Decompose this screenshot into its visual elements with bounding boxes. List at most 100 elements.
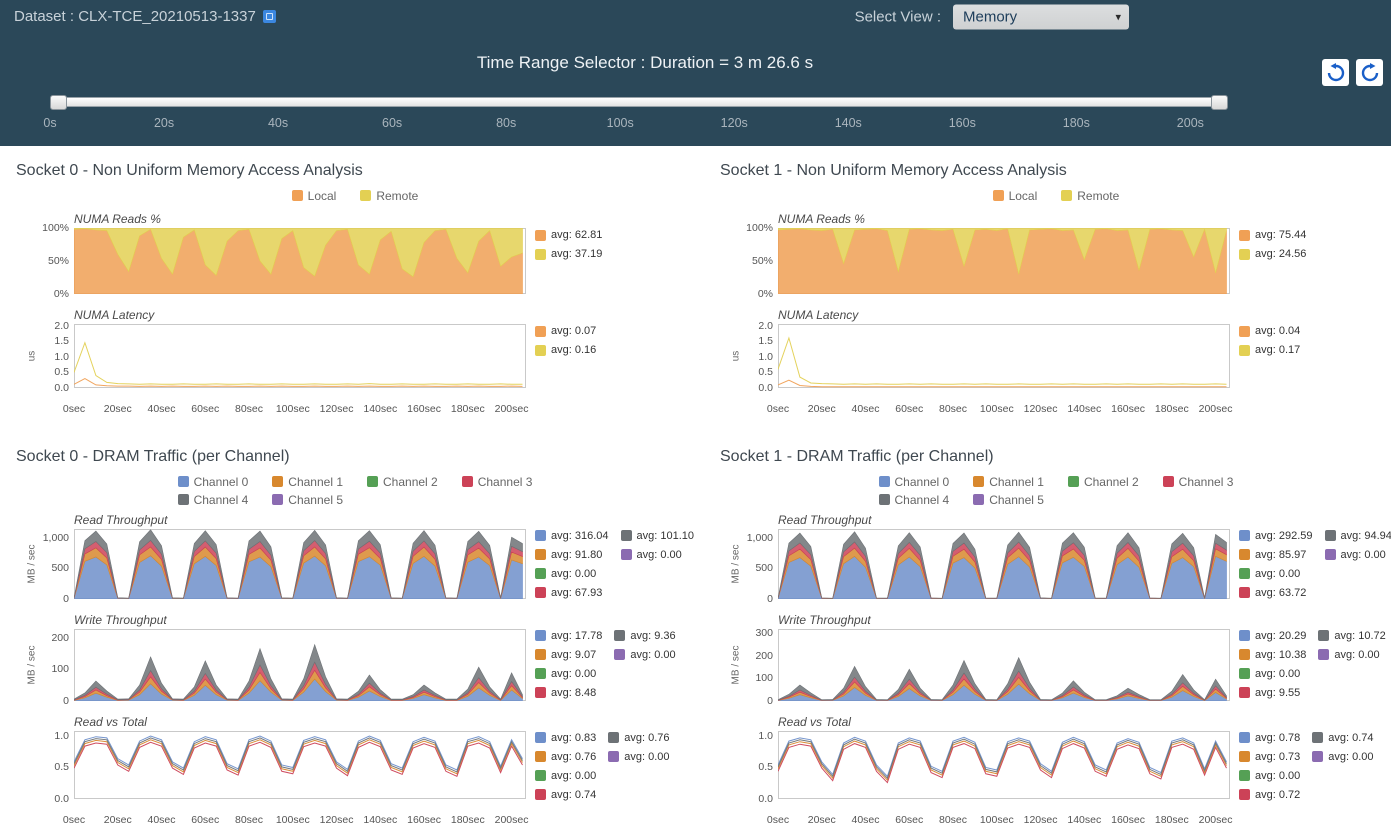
- slider-handle-right[interactable]: [1211, 95, 1228, 110]
- charts-grid: Socket 0 - Non Uniform Memory Access Ana…: [0, 146, 1391, 829]
- slider-tick-label: 0s: [43, 116, 56, 130]
- avg-swatch: [1239, 230, 1250, 241]
- avg-legend: avg: 75.44avg: 24.56: [1239, 228, 1306, 260]
- avg-chip: avg: 63.72: [1239, 587, 1313, 599]
- legend-swatch: [360, 190, 371, 201]
- avg-swatch: [1312, 732, 1323, 743]
- avg-value: avg: 10.38: [1255, 649, 1306, 661]
- avg-chip: avg: 9.36: [614, 630, 675, 642]
- y-tick-label: 0.0: [54, 382, 69, 394]
- y-axis-unit: MB / sec: [27, 645, 38, 684]
- zoom-undo-button[interactable]: [1322, 59, 1349, 86]
- chart-canvas: [778, 731, 1230, 799]
- x-tick-label: 160sec: [407, 814, 441, 826]
- legend-label: Local: [308, 189, 337, 203]
- legend-label: Channel 4: [895, 493, 950, 507]
- x-tick-label: 120sec: [320, 403, 354, 415]
- chart-canvas: [74, 529, 526, 599]
- y-tick-label: 0: [63, 593, 69, 605]
- y-axis: MB / sec0100200300: [720, 629, 778, 701]
- x-tick-label: 140sec: [1067, 814, 1101, 826]
- legend-swatch: [272, 476, 283, 487]
- undo-arrow-icon: [1326, 63, 1346, 83]
- avg-value: avg: 0.16: [551, 344, 596, 356]
- legend-swatch: [178, 476, 189, 487]
- avg-value: avg: 0.76: [551, 751, 596, 763]
- panel-charts: Read ThroughputMB / sec05001,000avg: 316…: [16, 513, 694, 804]
- legend: Channel 0Channel 1Channel 2Channel 3Chan…: [178, 475, 533, 507]
- plot-area: [778, 529, 1230, 604]
- avg-chip: avg: 0.74: [1312, 732, 1373, 744]
- avg-chip: avg: 0.00: [1239, 668, 1306, 680]
- y-tick-label: 2.0: [54, 320, 69, 332]
- avg-chip: avg: 91.80: [535, 549, 609, 561]
- panel-charts: Read ThroughputMB / sec05001,000avg: 292…: [720, 513, 1391, 804]
- avg-swatch: [535, 789, 546, 800]
- avg-legend: avg: 292.59avg: 85.97avg: 0.00avg: 63.72…: [1239, 529, 1391, 599]
- x-tick-label: 80sec: [235, 403, 263, 415]
- x-tick-label: 140sec: [1067, 403, 1101, 415]
- time-range-slider[interactable]: [50, 97, 1228, 107]
- x-tick-label: 200sec: [495, 403, 529, 415]
- legend-item: Channel 1: [973, 475, 1044, 489]
- avg-swatch: [535, 530, 546, 541]
- chart-row: us0.00.51.01.52.0avg: 0.07avg: 0.16: [16, 324, 694, 393]
- avg-value: avg: 292.59: [1255, 530, 1313, 542]
- legend-row: LocalRemote: [993, 189, 1120, 203]
- legend-label: Channel 3: [478, 475, 533, 489]
- x-tick-label: 20sec: [104, 814, 132, 826]
- panel-charts: NUMA Reads %0%50%100%avg: 62.81avg: 37.1…: [16, 212, 694, 393]
- slider-handle-left[interactable]: [50, 95, 67, 110]
- y-tick-label: 1.5: [758, 335, 773, 347]
- slider-tick-label: 200s: [1177, 116, 1204, 130]
- avg-swatch: [1239, 732, 1250, 743]
- avg-value: avg: 63.72: [1255, 587, 1306, 599]
- legend-label: Channel 0: [895, 475, 950, 489]
- plot-area: [74, 529, 526, 604]
- legend-label: Local: [1009, 189, 1038, 203]
- legend: Channel 0Channel 1Channel 2Channel 3Chan…: [879, 475, 1234, 507]
- legend-swatch: [973, 494, 984, 505]
- x-tick-label: 120sec: [1024, 814, 1058, 826]
- avg-swatch: [1239, 549, 1250, 560]
- chart-block: NUMA Reads %0%50%100%avg: 75.44avg: 24.5…: [720, 212, 1391, 299]
- legend-swatch: [1061, 190, 1072, 201]
- x-tick-label: 0sec: [63, 814, 85, 826]
- legend-item: Channel 4: [178, 493, 249, 507]
- x-tick-label: 160sec: [1111, 403, 1145, 415]
- view-select[interactable]: Memory ▾: [953, 4, 1129, 29]
- avg-swatch: [535, 668, 546, 679]
- y-tick-label: 300: [755, 627, 773, 639]
- y-tick-label: 50%: [752, 255, 773, 267]
- legend-item: Channel 5: [272, 493, 343, 507]
- y-tick-label: 0.5: [54, 761, 69, 773]
- avg-value: avg: 37.19: [551, 248, 602, 260]
- zoom-redo-button[interactable]: [1356, 59, 1383, 86]
- avg-chip: avg: 24.56: [1239, 248, 1306, 260]
- x-tick-label: 100sec: [276, 403, 310, 415]
- avg-swatch: [535, 549, 546, 560]
- avg-swatch: [621, 530, 632, 541]
- plot-area: [778, 228, 1230, 299]
- panel-legend: LocalRemote: [16, 188, 694, 206]
- y-tick-label: 200: [51, 632, 69, 644]
- legend-swatch: [367, 476, 378, 487]
- chart-canvas: [778, 324, 1230, 388]
- panel-title: Socket 1 - Non Uniform Memory Access Ana…: [720, 162, 1391, 180]
- chart-row: MB / sec05001,000avg: 316.04avg: 91.80av…: [16, 529, 694, 604]
- slider-tick-label: 120s: [721, 116, 748, 130]
- avg-swatch: [608, 751, 619, 762]
- avg-value: avg: 8.48: [551, 687, 596, 699]
- legend-label: Channel 5: [288, 493, 343, 507]
- y-tick-label: 100: [51, 663, 69, 675]
- avg-chip: avg: 94.94: [1325, 530, 1391, 542]
- y-tick-label: 1.0: [758, 351, 773, 363]
- chart-canvas: [778, 629, 1230, 701]
- avg-value: avg: 9.07: [551, 649, 596, 661]
- copy-icon[interactable]: [263, 10, 276, 23]
- avg-value: avg: 10.72: [1334, 630, 1385, 642]
- chevron-down-icon: ▾: [1115, 10, 1121, 23]
- chart-canvas: [74, 228, 526, 294]
- y-tick-label: 0%: [54, 288, 69, 300]
- y-tick-label: 500: [51, 562, 69, 574]
